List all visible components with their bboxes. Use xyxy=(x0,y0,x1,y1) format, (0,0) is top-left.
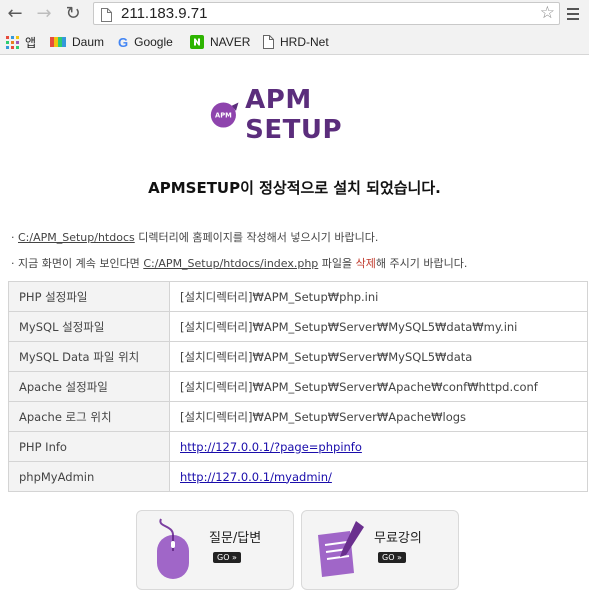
menu-icon[interactable] xyxy=(567,6,579,25)
tile-label: 무료강의 xyxy=(374,531,422,546)
bookmarks-bar: 앱 Daum G Google NAVER HRD-Net xyxy=(0,29,589,55)
note-text: 지금 화면이 계속 보인다면 xyxy=(14,257,144,270)
row-value: [설치디렉터리]₩APM_Setup₩Server₩Apache₩logs xyxy=(169,401,588,432)
bookmark-google[interactable]: G Google xyxy=(118,34,173,50)
note-text: 파일을 xyxy=(318,257,356,270)
row-value: [설치디렉터리]₩APM_Setup₩Server₩MySQL5₩data₩my… xyxy=(169,311,588,342)
table-row: Apache 설정파일 [설치디렉터리]₩APM_Setup₩Server₩Ap… xyxy=(8,371,588,402)
bullet: · xyxy=(11,231,15,244)
tile-label: 질문/답변 xyxy=(209,531,262,546)
bookmark-apps[interactable]: 앱 xyxy=(6,34,36,50)
row-value: [설치디렉터리]₩APM_Setup₩Server₩MySQL5₩data xyxy=(169,341,588,372)
bookmark-naver[interactable]: NAVER xyxy=(190,34,250,50)
row-key: MySQL 설정파일 xyxy=(8,311,170,342)
bookmark-hrd-net[interactable]: HRD-Net xyxy=(263,34,329,50)
bookmark-label: 앱 xyxy=(25,35,37,50)
row-key: Apache 로그 위치 xyxy=(8,401,170,432)
page-icon xyxy=(101,7,112,26)
free-lecture-tile[interactable]: 무료강의 GO » xyxy=(301,510,459,590)
address-bar[interactable]: 211.183.9.71 ☆ xyxy=(93,2,560,25)
table-row: phpMyAdmin http://127.0.0.1/myadmin/ xyxy=(8,461,588,492)
row-key: MySQL Data 파일 위치 xyxy=(8,341,170,372)
bookmark-label: Daum xyxy=(72,35,105,49)
apm-badge-icon: APM xyxy=(210,102,239,128)
row-value: [설치디렉터리]₩APM_Setup₩Server₩Apache₩conf₩ht… xyxy=(169,371,588,402)
phpmyadmin-link[interactable]: http://127.0.0.1/myadmin/ xyxy=(180,470,332,484)
note-text: 디렉터리에 홈페이지를 작성해서 넣으시기 바랍니다. xyxy=(134,231,379,244)
reload-button[interactable]: ↻ xyxy=(62,3,84,25)
bookmark-label: NAVER xyxy=(210,35,251,49)
install-success-heading: APMSETUP이 정상적으로 설치 되었습니다. xyxy=(148,179,441,197)
index-php-link[interactable]: C:/APM_Setup/htdocs/index.php xyxy=(143,257,318,270)
note-text: 해 주시기 바랍니다. xyxy=(375,257,468,270)
row-key: Apache 설정파일 xyxy=(8,371,170,402)
table-row: PHP 설정파일 [설치디렉터리]₩APM_Setup₩php.ini xyxy=(8,281,588,312)
bookmark-label: HRD-Net xyxy=(280,35,329,49)
apm-setup-logo: APM APM SETUP xyxy=(210,85,390,145)
bookmark-daum[interactable]: Daum xyxy=(50,34,104,50)
instruction-note-1: · C:/APM_Setup/htdocs 디렉터리에 홈페이지를 작성해서 넣… xyxy=(11,229,378,245)
config-info-table: PHP 설정파일 [설치디렉터리]₩APM_Setup₩php.ini MySQ… xyxy=(8,281,588,492)
daum-icon xyxy=(50,37,66,47)
apps-icon xyxy=(6,35,19,49)
naver-icon xyxy=(190,35,204,49)
bookmark-star-icon[interactable]: ☆ xyxy=(540,3,555,23)
row-key: PHP Info xyxy=(8,431,170,462)
row-value: http://127.0.0.1/myadmin/ xyxy=(169,461,588,492)
go-badge: GO » xyxy=(213,552,241,563)
logo-text: APM SETUP xyxy=(245,85,343,145)
google-icon: G xyxy=(118,34,129,50)
table-row: MySQL Data 파일 위치 [설치디렉터리]₩APM_Setup₩Serv… xyxy=(8,341,588,372)
qna-tile[interactable]: 질문/답변 GO » xyxy=(136,510,294,590)
row-key: PHP 설정파일 xyxy=(8,281,170,312)
table-row: PHP Info http://127.0.0.1/?page=phpinfo xyxy=(8,431,588,462)
document-pen-icon xyxy=(312,517,368,585)
phpinfo-link[interactable]: http://127.0.0.1/?page=phpinfo xyxy=(180,440,362,454)
table-row: Apache 로그 위치 [설치디렉터리]₩APM_Setup₩Server₩A… xyxy=(8,401,588,432)
forward-button[interactable]: → xyxy=(33,3,55,25)
svg-text:APM: APM xyxy=(215,112,232,120)
browser-toolbar: ← → ↻ 211.183.9.71 ☆ xyxy=(0,0,589,29)
bookmark-label: Google xyxy=(134,35,173,49)
go-badge: GO » xyxy=(378,552,406,563)
row-value: http://127.0.0.1/?page=phpinfo xyxy=(169,431,588,462)
delete-emphasis: 삭제 xyxy=(355,257,376,270)
mouse-icon xyxy=(147,517,199,585)
page-icon xyxy=(263,35,274,49)
htdocs-path-link[interactable]: C:/APM_Setup/htdocs xyxy=(18,231,135,244)
table-row: MySQL 설정파일 [설치디렉터리]₩APM_Setup₩Server₩MyS… xyxy=(8,311,588,342)
instruction-note-2: · 지금 화면이 계속 보인다면 C:/APM_Setup/htdocs/ind… xyxy=(11,255,467,271)
url-text[interactable]: 211.183.9.71 xyxy=(121,5,207,22)
row-key: phpMyAdmin xyxy=(8,461,170,492)
back-button[interactable]: ← xyxy=(4,3,26,25)
row-value: [설치디렉터리]₩APM_Setup₩php.ini xyxy=(169,281,588,312)
